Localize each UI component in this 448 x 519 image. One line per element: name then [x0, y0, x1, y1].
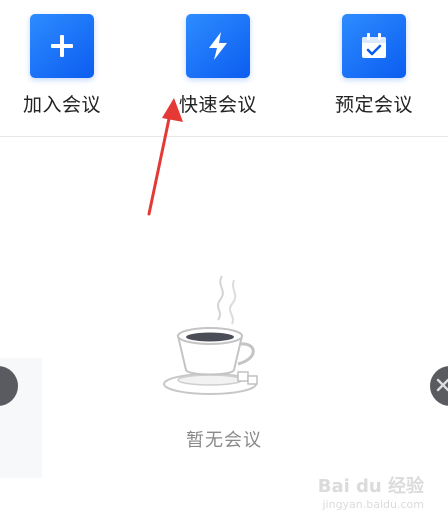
quick-meeting-tile[interactable] — [186, 14, 250, 78]
red-arrow-icon — [147, 98, 183, 216]
watermark-text: Bai du 经验 — [317, 476, 424, 497]
calendar-check-icon — [362, 33, 386, 58]
schedule-meeting-button[interactable]: 预定会议 — [314, 14, 434, 124]
schedule-meeting-tile[interactable] — [342, 14, 406, 78]
watermark: Bai du 经验 jingyan.baidu.com — [318, 472, 424, 511]
plus-icon — [51, 35, 73, 57]
lightning-icon — [209, 32, 227, 60]
meeting-actions-panel: 加入会议 快速会议 预定会议 — [0, 0, 448, 137]
coffee-cup-icon — [163, 275, 258, 395]
close-icon — [436, 378, 448, 392]
next-page-handle[interactable] — [430, 366, 448, 406]
empty-state-text: 暂无会议 — [186, 430, 262, 451]
join-meeting-tile[interactable] — [30, 14, 94, 78]
join-meeting-label: 加入会议 — [22, 94, 101, 116]
join-meeting-button[interactable]: 加入会议 — [2, 14, 122, 124]
schedule-meeting-label: 预定会议 — [334, 94, 413, 116]
watermark-sub: jingyan.baidu.com — [322, 498, 424, 511]
